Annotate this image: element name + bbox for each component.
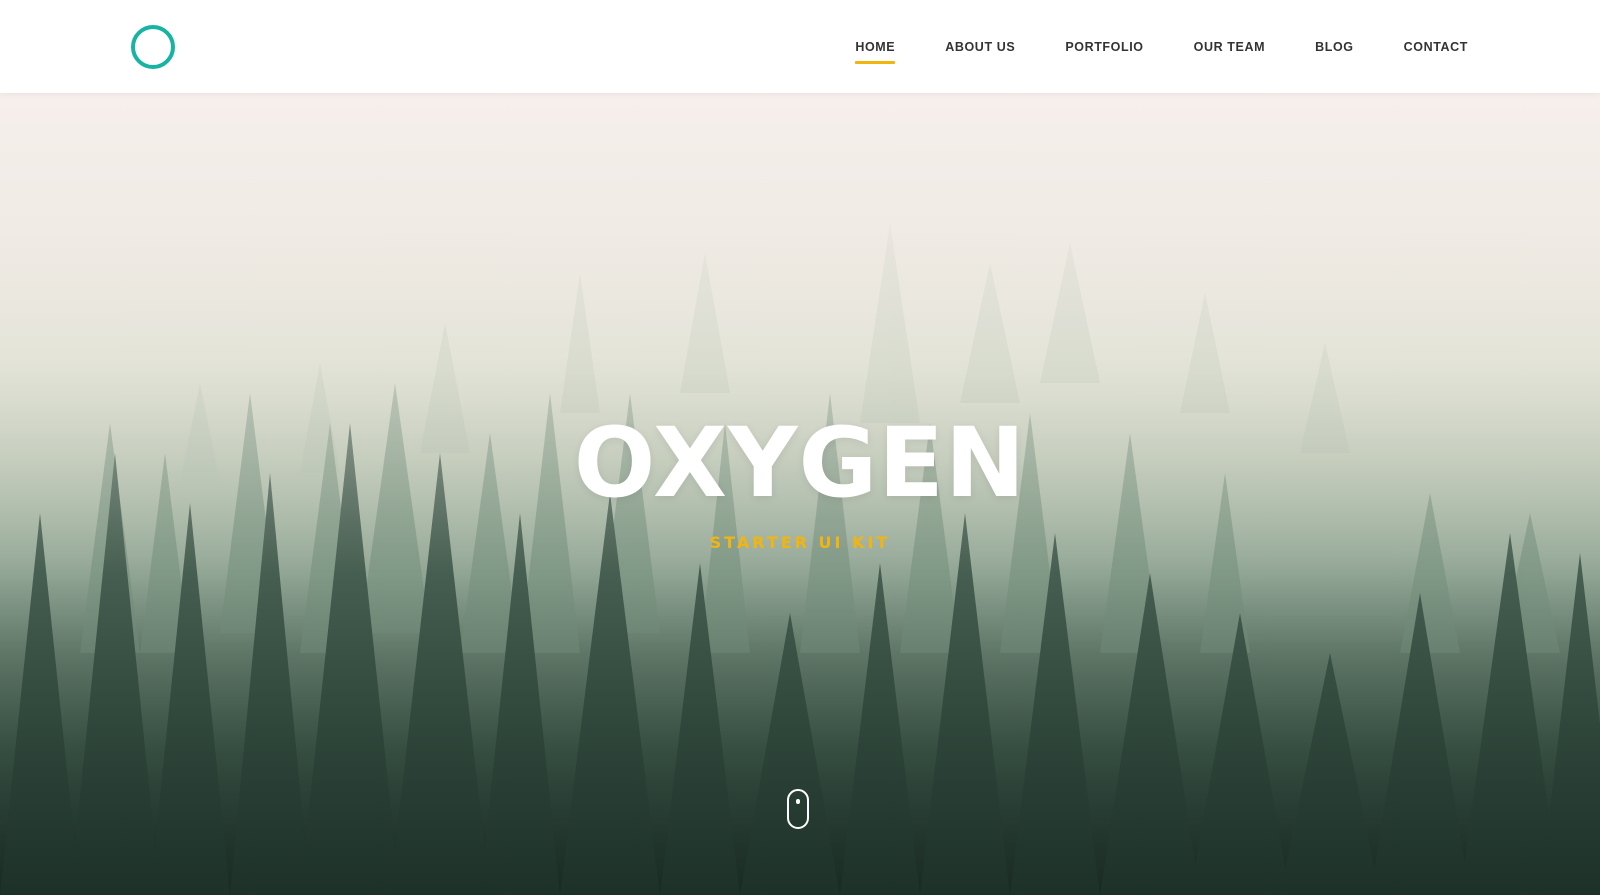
main-nav: HOME ABOUT US PORTFOLIO OUR TEAM BLOG CO…: [855, 0, 1468, 93]
hero-title: OXYGEN: [573, 407, 1027, 519]
nav-item-contact[interactable]: CONTACT: [1404, 40, 1468, 54]
mouse-wheel-dot: [796, 799, 800, 804]
page: HOME ABOUT US PORTFOLIO OUR TEAM BLOG CO…: [0, 0, 1600, 895]
nav-item-portfolio[interactable]: PORTFOLIO: [1065, 40, 1143, 54]
hero-subtitle: STARTER UI KIT: [709, 533, 891, 552]
ring-logo-icon[interactable]: [131, 25, 175, 69]
nav-item-about-us[interactable]: ABOUT US: [945, 40, 1015, 54]
site-header: HOME ABOUT US PORTFOLIO OUR TEAM BLOG CO…: [0, 0, 1600, 93]
hero-section: OXYGEN STARTER UI KIT: [0, 93, 1600, 895]
nav-item-home[interactable]: HOME: [855, 40, 896, 64]
mouse-scroll-icon[interactable]: [787, 789, 809, 829]
nav-item-blog[interactable]: BLOG: [1315, 40, 1354, 54]
nav-item-our-team[interactable]: OUR TEAM: [1194, 40, 1265, 54]
